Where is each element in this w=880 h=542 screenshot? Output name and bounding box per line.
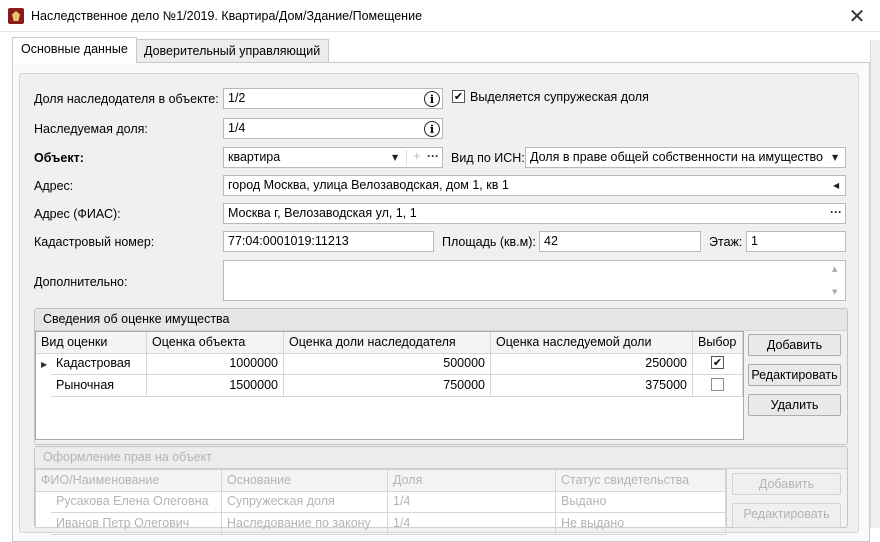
table-row-cell[interactable]: 500000 [284, 353, 491, 375]
address-field[interactable]: город Москва, улица Велозаводская, дом 1… [223, 175, 846, 196]
extra-scroll-down-icon[interactable]: ▼ [832, 288, 837, 296]
table-row-cell[interactable]: 750000 [284, 375, 491, 397]
valuation-col-share[interactable]: Оценка доли наследодателя [284, 332, 491, 354]
tab-main-data[interactable]: Основные данные [12, 37, 137, 63]
rights-col-basis[interactable]: Основание [222, 470, 388, 492]
inherited-share-label: Наследуемая доля: [34, 122, 148, 136]
spouse-share-label: Выделяется супружеская доля [470, 90, 649, 104]
rights-add-button[interactable]: Добавить [732, 473, 841, 495]
valuation-add-button[interactable]: Добавить [748, 334, 841, 356]
object-value: квартира [228, 150, 281, 164]
table-row-cell[interactable]: 1/4 [388, 491, 556, 513]
isn-type-chevron-down-icon[interactable]: ▼ [832, 153, 838, 162]
fias-more-dots-icon[interactable]: ··· [830, 205, 842, 219]
rights-col-share[interactable]: Доля [388, 470, 556, 492]
extra-label: Дополнительно: [34, 275, 128, 289]
rights-col-name[interactable]: ФИО/Наименование [36, 470, 222, 492]
table-row-cell[interactable]: Иванов Петр Олегович [51, 513, 222, 535]
valuation-grid[interactable]: Вид оценки Оценка объекта Оценка доли на… [35, 331, 744, 440]
object-add-plus-icon[interactable]: + [413, 148, 421, 163]
cadastral-field[interactable]: 77:04:0001019:11213 [223, 231, 434, 252]
current-row-pointer-icon: ▶ [41, 360, 48, 369]
fias-address-field[interactable]: Москва г, Велозаводская ул, 1, 1 [223, 203, 846, 224]
object-divider [406, 150, 407, 165]
cadastral-label: Кадастровый номер: [34, 235, 155, 249]
table-row-cell[interactable]: 375000 [491, 375, 693, 397]
valuation-col-inherited[interactable]: Оценка наследуемой доли [491, 332, 693, 354]
share-label: Доля наследодателя в объекте: [34, 92, 219, 106]
share-field[interactable]: 1/2 [223, 88, 443, 109]
valuation-group-title: Сведения об оценке имущества [35, 309, 847, 331]
valuation-delete-button[interactable]: Удалить [748, 394, 841, 416]
table-row-cell[interactable]: Не выдано [556, 513, 726, 535]
table-row-cell[interactable]: 1/4 [388, 513, 556, 535]
rights-edit-button[interactable]: Редактировать [732, 503, 841, 528]
address-label: Адрес: [34, 179, 74, 193]
isn-type-value: Доля в праве общей собственности на имущ… [530, 150, 823, 164]
window-title: Наследственное дело №1/2019. Квартира/До… [31, 9, 423, 23]
valuation-select-checkbox[interactable]: ✔ [711, 356, 724, 369]
table-row-cell[interactable]: 1500000 [147, 375, 284, 397]
app-logo-icon [8, 8, 24, 24]
rights-col-status[interactable]: Статус свидетельства [556, 470, 726, 492]
area-label: Площадь (кв.м): [442, 235, 536, 249]
object-dropdown-chevron-down-icon[interactable]: ▼ [392, 153, 398, 162]
valuation-col-select[interactable]: Выбор [693, 332, 743, 354]
close-icon[interactable]: ✕ [834, 0, 880, 32]
spouse-share-checkbox[interactable]: ✔ [452, 90, 465, 103]
table-row-cell[interactable]: Русакова Елена Олеговна [51, 491, 222, 513]
table-row-cell[interactable]: Супружеская доля [222, 491, 388, 513]
object-select[interactable]: квартира [223, 147, 443, 168]
table-row-cell[interactable]: 1000000 [147, 353, 284, 375]
table-row-cell: ✔ [693, 353, 743, 375]
inherited-share-field[interactable]: 1/4 [223, 118, 443, 139]
rights-group-title: Оформление прав на объект [35, 447, 847, 469]
isn-type-select[interactable]: Доля в праве общей собственности на имущ… [525, 147, 846, 168]
extra-scroll-up-icon[interactable]: ▲ [832, 265, 837, 273]
object-label: Объект: [34, 151, 84, 165]
rights-grid[interactable]: ФИО/Наименование Основание Доля Статус с… [35, 469, 727, 535]
valuation-select-checkbox[interactable] [711, 378, 724, 391]
share-info-icon[interactable]: i [424, 91, 440, 107]
isn-type-label: Вид по ИСН: [451, 151, 525, 165]
floor-field[interactable]: 1 [746, 231, 846, 252]
table-row-cell[interactable]: 250000 [491, 353, 693, 375]
address-collapse-arrow-icon[interactable]: ◀ [833, 181, 839, 190]
valuation-edit-button[interactable]: Редактировать [748, 364, 841, 386]
table-row-cell[interactable]: Рыночная [51, 375, 147, 397]
table-row-cell[interactable]: Кадастровая [51, 353, 147, 375]
table-row-cell[interactable]: Выдано [556, 491, 726, 513]
table-row-cell[interactable]: Наследование по закону [222, 513, 388, 535]
floor-label: Этаж: [709, 235, 743, 249]
window-scrollbar[interactable] [870, 40, 880, 528]
valuation-col-object[interactable]: Оценка объекта [147, 332, 284, 354]
tab-trustee[interactable]: Доверительный управляющий [135, 39, 330, 63]
table-row-cell [693, 375, 743, 397]
valuation-col-type[interactable]: Вид оценки [36, 332, 147, 354]
inherited-info-icon[interactable]: i [424, 121, 440, 137]
object-more-dots-icon[interactable]: ··· [427, 149, 439, 163]
extra-textarea[interactable] [223, 260, 846, 301]
title-bar: Наследственное дело №1/2019. Квартира/До… [0, 0, 880, 32]
area-field[interactable]: 42 [539, 231, 701, 252]
fias-address-label: Адрес (ФИАС): [34, 207, 121, 221]
